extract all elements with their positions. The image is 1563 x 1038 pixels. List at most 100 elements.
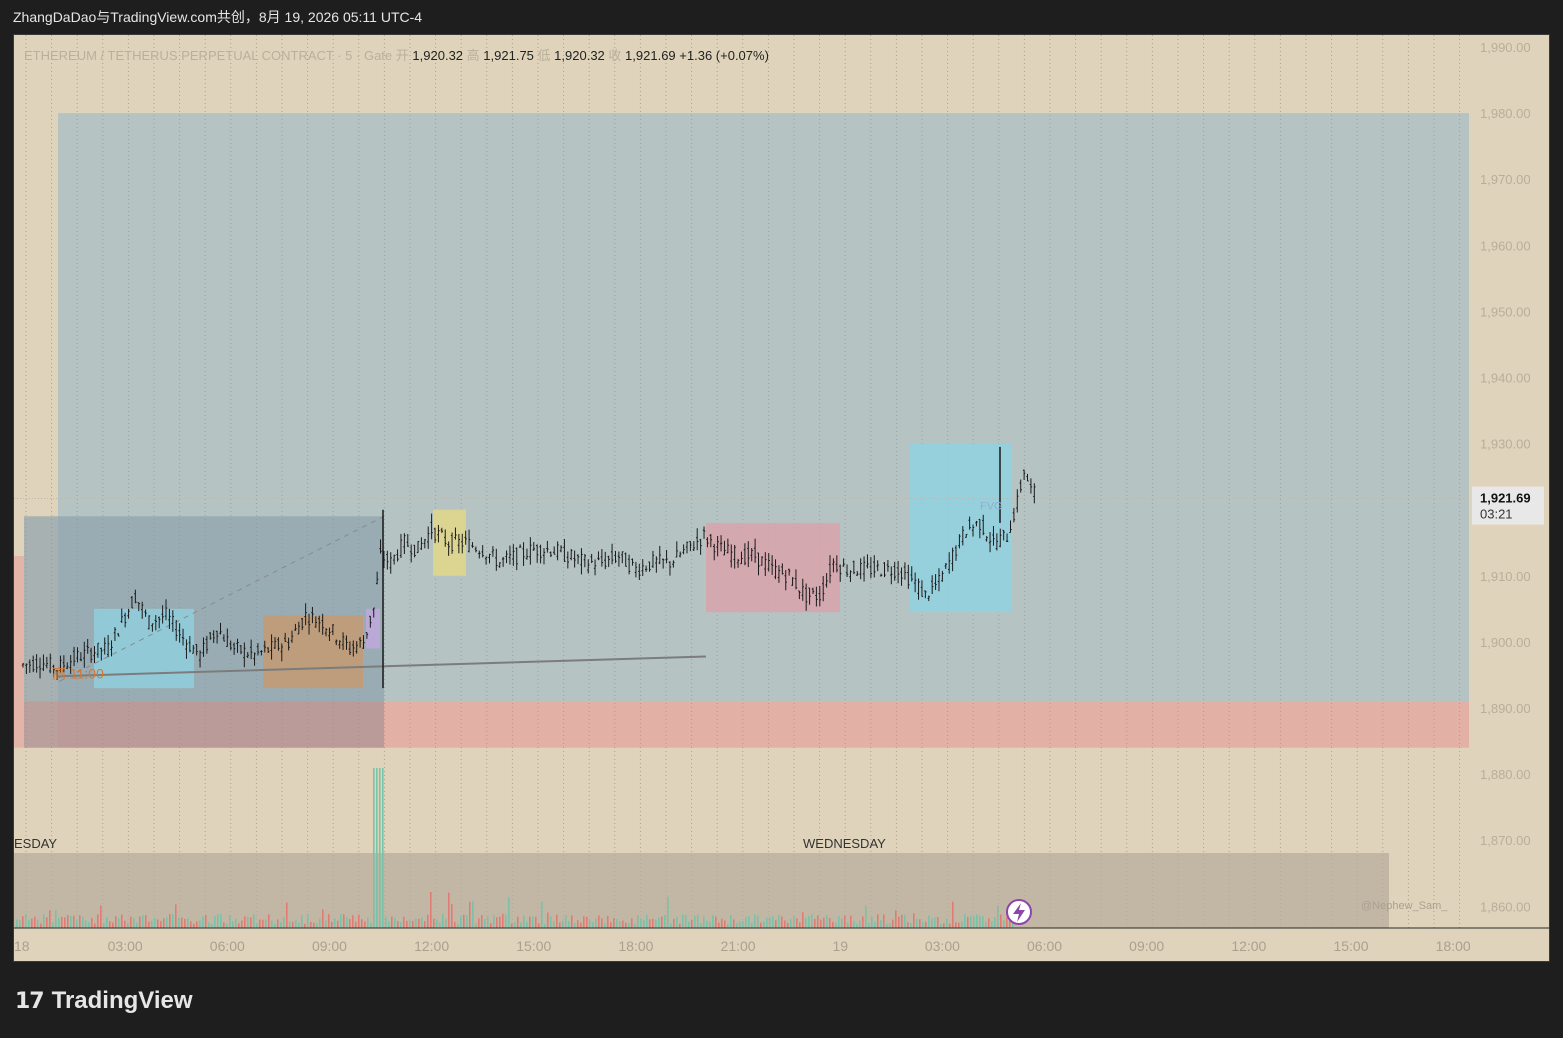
day-label-right: WEDNESDAY bbox=[803, 836, 886, 851]
volume-bar bbox=[805, 917, 807, 928]
volume-bar bbox=[664, 915, 666, 928]
volume-bar bbox=[859, 920, 861, 928]
volume-bar bbox=[46, 917, 48, 928]
volume-bar bbox=[79, 915, 81, 928]
volume-bar bbox=[412, 920, 414, 928]
volume-bar bbox=[28, 919, 30, 928]
share-header: ZhangDaDao与TradingView.com共创，8月 19, 2026… bbox=[0, 0, 1563, 34]
time-axis-label: 09:00 bbox=[312, 938, 347, 954]
volume-bar bbox=[157, 919, 159, 928]
volume-bar bbox=[277, 919, 279, 928]
volume-bar bbox=[952, 901, 954, 928]
time-axis-label: 18:00 bbox=[1436, 938, 1471, 954]
volume-bar bbox=[835, 922, 837, 928]
volume-bar bbox=[889, 923, 891, 928]
volume-bar bbox=[961, 921, 963, 928]
volume-bar bbox=[37, 919, 39, 928]
time-axis-label: 18 bbox=[14, 938, 30, 954]
volume-bar bbox=[418, 918, 420, 928]
price-axis-label: 1,860.00 bbox=[1480, 899, 1531, 914]
volume-bar bbox=[463, 914, 465, 928]
tradingview-logo[interactable]: 17 TradingView bbox=[15, 985, 193, 1017]
high-time-label: 高 11:00 bbox=[52, 665, 104, 681]
time-axis-label: 12:00 bbox=[414, 938, 449, 954]
volume-bar bbox=[994, 917, 996, 928]
volume-bar bbox=[997, 905, 999, 928]
volume-bar bbox=[679, 923, 681, 928]
volume-bar bbox=[343, 914, 345, 928]
symbol-name[interactable]: ETHEREUM / TETHERUS PERPETUAL CONTRACT ·… bbox=[24, 48, 392, 63]
volume-bar bbox=[958, 922, 960, 928]
volume-bar bbox=[235, 918, 237, 928]
volume-bar bbox=[670, 923, 672, 928]
time-axis-label: 18:00 bbox=[618, 938, 653, 954]
volume-bar bbox=[25, 914, 27, 928]
volume-bar bbox=[955, 922, 957, 928]
volume-bar bbox=[973, 916, 975, 928]
volume-bar bbox=[754, 914, 756, 928]
left-red-zone bbox=[14, 555, 24, 748]
time-axis-label: 15:00 bbox=[516, 938, 551, 954]
volume-bar bbox=[796, 918, 798, 928]
price-axis-label: 1,980.00 bbox=[1480, 106, 1531, 121]
volume-bar bbox=[772, 916, 774, 928]
volume-bar bbox=[175, 904, 177, 928]
volume-bar bbox=[730, 915, 732, 928]
volume-bar bbox=[556, 914, 558, 928]
volume-bar bbox=[172, 914, 174, 928]
volume-bar bbox=[205, 914, 207, 928]
time-axis-label: 15:00 bbox=[1333, 938, 1368, 954]
volume-bar bbox=[616, 919, 618, 928]
candlestick-chart[interactable]: 高 11:00 FVG ESDAY WEDNESDAY @Nephew_Sam_ 1,99… bbox=[14, 35, 1550, 962]
volume-bar bbox=[154, 917, 156, 928]
volume-bar bbox=[52, 922, 54, 928]
volume-bar bbox=[427, 914, 429, 928]
volume-bar bbox=[409, 920, 411, 928]
price-axis-label: 1,970.00 bbox=[1480, 172, 1531, 187]
volume-bar bbox=[451, 904, 453, 928]
volume-bar bbox=[166, 917, 168, 928]
volume-bar bbox=[946, 918, 948, 928]
volume-bar bbox=[505, 914, 507, 928]
volume-bar bbox=[112, 922, 114, 928]
volume-bar bbox=[313, 922, 315, 928]
volume-bar bbox=[553, 921, 555, 928]
volume-bar bbox=[130, 916, 132, 928]
volume-bar bbox=[388, 921, 390, 928]
volume-bar bbox=[445, 919, 447, 928]
volume-bar bbox=[403, 916, 405, 928]
close-value: 1,921.69 bbox=[625, 48, 676, 63]
volume-bar bbox=[568, 921, 570, 928]
volume-bar bbox=[547, 912, 549, 928]
volume-bar bbox=[637, 915, 639, 928]
low-value: 1,920.32 bbox=[554, 48, 605, 63]
volume-bar bbox=[613, 918, 615, 928]
volume-bar bbox=[55, 910, 57, 928]
volume-bar bbox=[184, 918, 186, 928]
volume-bar bbox=[931, 918, 933, 928]
volume-bar bbox=[814, 918, 816, 928]
volume-bar bbox=[940, 923, 942, 928]
volume-bar bbox=[760, 922, 762, 928]
volume-bar bbox=[352, 915, 354, 928]
volume-bar bbox=[607, 915, 609, 928]
chart-frame[interactable]: 高 11:00 FVG ESDAY WEDNESDAY @Nephew_Sam_ 1,99… bbox=[13, 34, 1550, 962]
volume-bar bbox=[979, 915, 981, 928]
volume-bar bbox=[655, 919, 657, 928]
volume-bar bbox=[214, 915, 216, 928]
volume-bar bbox=[880, 919, 882, 928]
volume-bar bbox=[163, 918, 165, 928]
volume-bar bbox=[922, 921, 924, 928]
volume-bar bbox=[601, 918, 603, 928]
volume-bar bbox=[811, 914, 813, 928]
volume-bar bbox=[121, 914, 123, 928]
volume-bar bbox=[472, 900, 474, 928]
volume-bar bbox=[421, 917, 423, 928]
volume-bar bbox=[22, 916, 24, 928]
volume-bar bbox=[802, 912, 804, 928]
volume-bar bbox=[844, 915, 846, 928]
volume-bar bbox=[766, 917, 768, 928]
volume-bar bbox=[241, 920, 243, 928]
volume-bar bbox=[169, 914, 171, 928]
volume-bar bbox=[706, 920, 708, 928]
